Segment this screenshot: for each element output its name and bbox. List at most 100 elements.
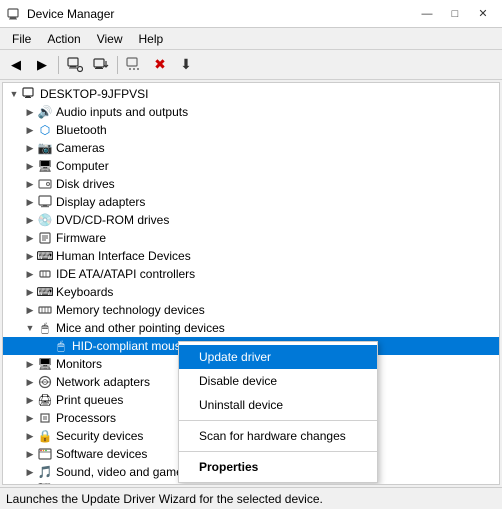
toolbar-update-button[interactable] — [89, 53, 113, 77]
root-label: DESKTOP-9JFPVSI — [40, 87, 148, 101]
toolbar-scan-button[interactable] — [122, 53, 146, 77]
list-item[interactable]: ▶ Memory technology devices — [3, 301, 499, 319]
ctx-properties[interactable]: Properties — [179, 455, 377, 479]
menu-file[interactable]: File — [4, 30, 39, 48]
print-icon: 🖨 — [37, 392, 53, 408]
ctx-disable-device[interactable]: Disable device — [179, 369, 377, 393]
display-icon — [37, 194, 53, 210]
list-item[interactable]: ▶ Display adapters — [3, 193, 499, 211]
toolbar-properties-button[interactable] — [63, 53, 87, 77]
firmware-icon — [37, 230, 53, 246]
status-bar: Launches the Update Driver Wizard for th… — [0, 487, 502, 509]
toolbar-uninstall-button[interactable]: ✖ — [148, 53, 172, 77]
chevron-fw: ▶ — [23, 233, 37, 244]
computer-icon: 🖥 — [37, 158, 53, 174]
chevron-cam: ▶ — [23, 143, 37, 154]
item-label: Cameras — [56, 141, 105, 155]
window-controls: — □ ✕ — [414, 4, 496, 24]
ctx-update-driver[interactable]: Update driver — [179, 345, 377, 369]
maximize-button[interactable]: □ — [442, 4, 468, 24]
list-item[interactable]: ▶ ⬡ Bluetooth — [3, 121, 499, 139]
item-label: Keyboards — [56, 285, 113, 299]
chevron-sec: ▶ — [23, 431, 37, 442]
ctx-separator-1 — [179, 420, 377, 421]
context-menu: Update driver Disable device Uninstall d… — [178, 341, 378, 483]
chevron-audio: ▶ — [23, 107, 37, 118]
item-label: Firmware — [56, 231, 106, 245]
item-label: Processors — [56, 411, 116, 425]
item-label: Software devices — [56, 447, 147, 461]
network-icon — [37, 374, 53, 390]
item-label: HID-compliant mouse — [72, 339, 187, 353]
list-item[interactable]: ▶ 📷 Cameras — [3, 139, 499, 157]
close-button[interactable]: ✕ — [470, 4, 496, 24]
item-label: Network adapters — [56, 375, 150, 389]
item-label: Memory technology devices — [56, 303, 205, 317]
list-item[interactable]: ▶ ⌨ Keyboards — [3, 283, 499, 301]
chevron-hid: ▶ — [23, 251, 37, 262]
disk-icon — [37, 176, 53, 192]
chevron-stor: ▶ — [23, 485, 37, 486]
main-area: ▼ DESKTOP-9JFPVSI ▶ 🔊 Audio inputs and o… — [0, 80, 502, 487]
chevron-comp: ▶ — [23, 161, 37, 172]
item-label: Computer — [56, 159, 109, 173]
camera-icon: 📷 — [37, 140, 53, 156]
item-label: Human Interface Devices — [56, 249, 191, 263]
tree-root[interactable]: ▼ DESKTOP-9JFPVSI — [3, 85, 499, 103]
list-item[interactable]: ▶ Firmware — [3, 229, 499, 247]
mice-icon: 🖱 — [37, 320, 53, 336]
toolbar-separator-1 — [58, 56, 59, 74]
chevron-sw: ▶ — [23, 449, 37, 460]
window-title: Device Manager — [27, 7, 414, 21]
chevron-sound: ▶ — [23, 467, 37, 478]
chevron-root: ▼ — [7, 89, 21, 99]
list-item[interactable]: ▶ Disk drives — [3, 175, 499, 193]
pc-icon — [21, 86, 37, 102]
dvd-icon: 💿 — [37, 212, 53, 228]
item-label: Display adapters — [56, 195, 145, 209]
item-label: Bluetooth — [56, 123, 107, 137]
monitors-icon: 🖥 — [37, 356, 53, 372]
item-label: DVD/CD-ROM drives — [56, 213, 169, 227]
toolbar-forward-button[interactable]: ▶ — [30, 53, 54, 77]
item-label: IDE ATA/ATAPI controllers — [56, 267, 195, 281]
menu-view[interactable]: View — [89, 30, 131, 48]
security-label: Security devices — [56, 429, 143, 443]
toolbar: ◀ ▶ ✖ ⬇ — [0, 50, 502, 80]
menu-help[interactable]: Help — [131, 30, 172, 48]
menu-action[interactable]: Action — [39, 30, 88, 48]
ide-icon — [37, 266, 53, 282]
list-item[interactable]: ▶ ⌨ Human Interface Devices — [3, 247, 499, 265]
item-label: Print queues — [56, 393, 123, 407]
list-item[interactable]: ▶ 🔊 Audio inputs and outputs — [3, 103, 499, 121]
item-label: Storage controllers — [56, 483, 157, 485]
list-item[interactable]: ▶ IDE ATA/ATAPI controllers — [3, 265, 499, 283]
chevron-mice: ▼ — [23, 323, 37, 333]
bluetooth-icon: ⬡ — [37, 122, 53, 138]
ctx-uninstall-device[interactable]: Uninstall device — [179, 393, 377, 417]
chevron-bt: ▶ — [23, 125, 37, 136]
mice-group[interactable]: ▼ 🖱 Mice and other pointing devices — [3, 319, 499, 337]
audio-icon: 🔊 — [37, 104, 53, 120]
toolbar-download-button[interactable]: ⬇ — [174, 53, 198, 77]
tree-panel[interactable]: ▼ DESKTOP-9JFPVSI ▶ 🔊 Audio inputs and o… — [2, 82, 500, 485]
title-bar: Device Manager — □ ✕ — [0, 0, 502, 28]
toolbar-back-button[interactable]: ◀ — [4, 53, 28, 77]
chevron-disk: ▶ — [23, 179, 37, 190]
chevron-proc: ▶ — [23, 413, 37, 424]
chevron-mem: ▶ — [23, 305, 37, 316]
item-label: Audio inputs and outputs — [56, 105, 188, 119]
processor-icon — [37, 410, 53, 426]
list-item[interactable]: ▶ 💿 DVD/CD-ROM drives — [3, 211, 499, 229]
ctx-scan-hardware[interactable]: Scan for hardware changes — [179, 424, 377, 448]
mouse-icon: 🖱 — [53, 338, 69, 354]
software-icon — [37, 446, 53, 462]
ctx-separator-2 — [179, 451, 377, 452]
sound-icon: 🎵 — [37, 464, 53, 480]
chevron-print: ▶ — [23, 395, 37, 406]
chevron-net: ▶ — [23, 377, 37, 388]
toolbar-separator-2 — [117, 56, 118, 74]
chevron-kb: ▶ — [23, 287, 37, 298]
minimize-button[interactable]: — — [414, 4, 440, 24]
list-item[interactable]: ▶ 🖥 Computer — [3, 157, 499, 175]
